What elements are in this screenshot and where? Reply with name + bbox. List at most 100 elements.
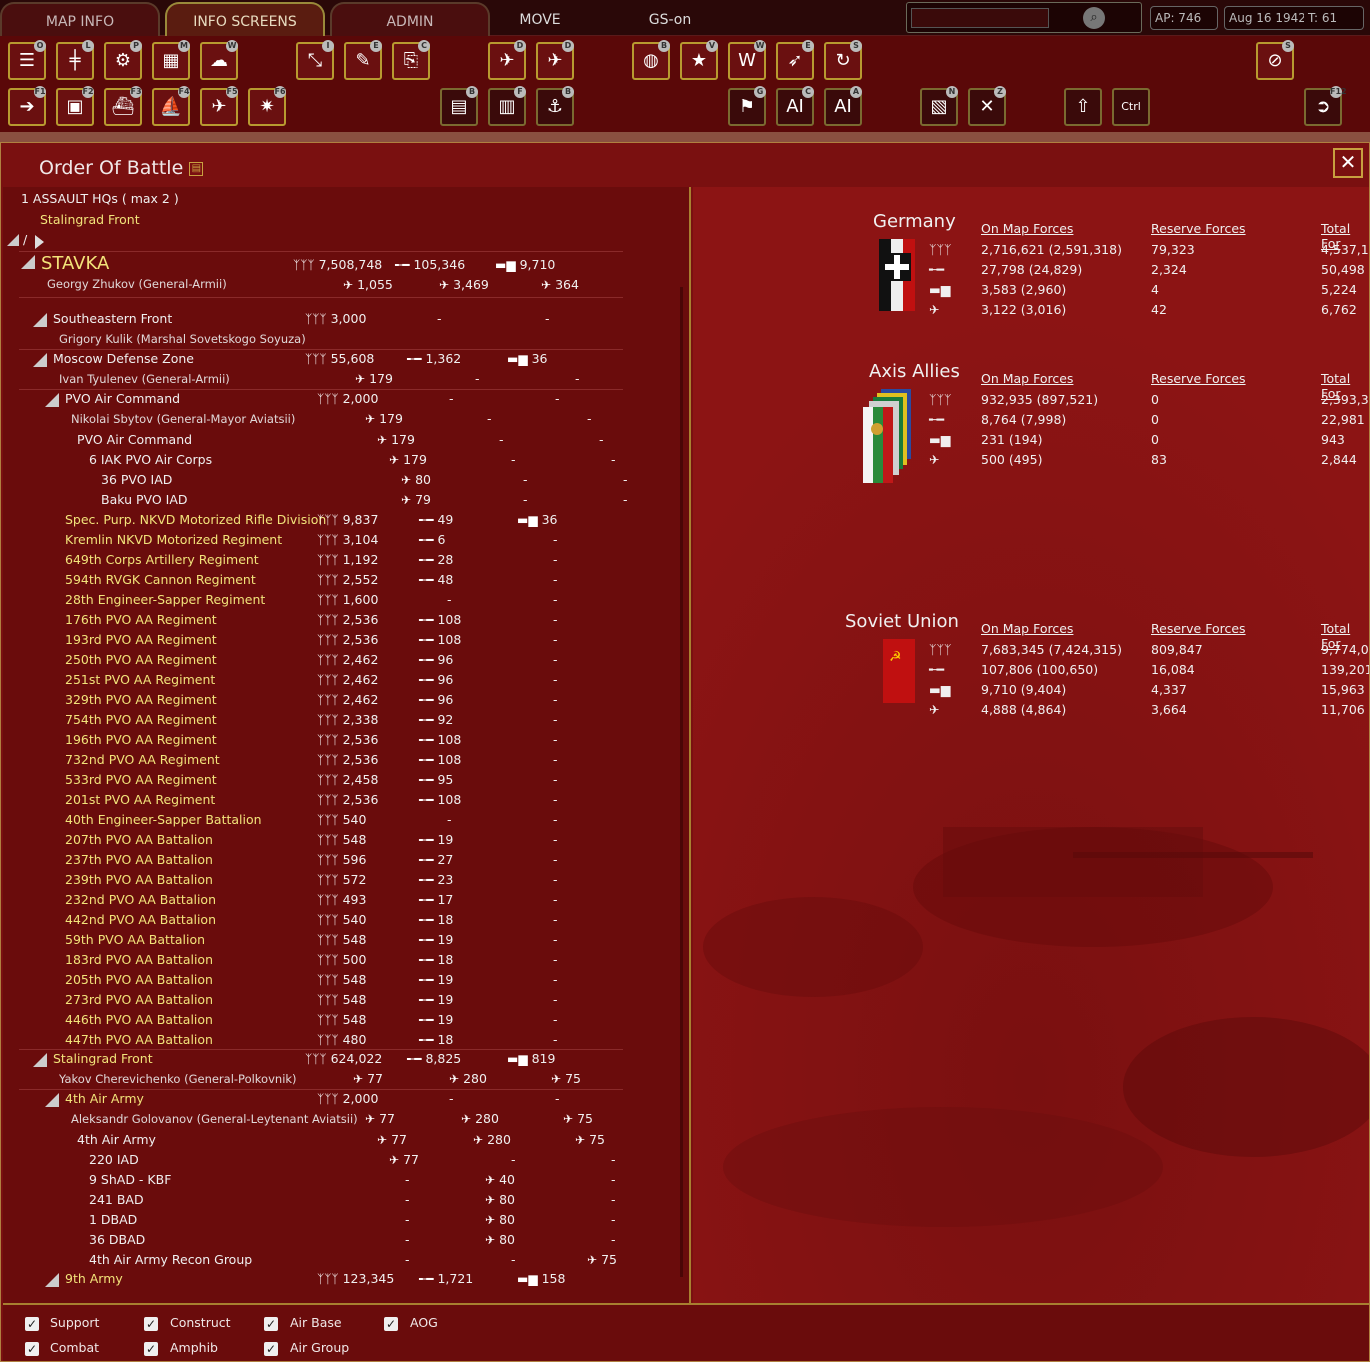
commander-name[interactable]: Yakov Cherevichenko (General-Polkovnik) — [59, 1069, 297, 1089]
unit-name[interactable]: 193rd PVO AA Regiment — [65, 630, 217, 650]
search-go-icon[interactable]: ⌕ — [1083, 7, 1105, 29]
filter-combat-checkbox[interactable]: ✓ — [25, 1342, 39, 1356]
collapse-all-icon[interactable] — [7, 234, 19, 246]
unit-name[interactable]: 205th PVO AA Battalion — [65, 970, 213, 990]
weather-icon[interactable]: ☁ W — [200, 40, 238, 80]
naval-icon[interactable]: ⛵ F4 — [152, 86, 190, 126]
air-unit-name[interactable]: 9 ShAD - KBF — [89, 1170, 171, 1190]
unit-name[interactable]: 442nd PVO AA Battalion — [65, 910, 216, 930]
next-unit-arrow-icon[interactable]: ➔ F1 — [8, 86, 46, 126]
air-unit-name[interactable]: 36 PVO IAD — [101, 470, 172, 490]
tab-info-screens[interactable]: INFO SCREENS — [165, 2, 325, 36]
commander-name[interactable]: Aleksandr Golovanov (General-Leytenant A… — [71, 1109, 358, 1129]
unit-name[interactable]: Stalingrad Front — [53, 1049, 153, 1069]
base-icon[interactable]: ▤ B — [440, 86, 478, 126]
oob-scrollbar[interactable] — [680, 287, 683, 1277]
unit-name[interactable]: 594th RVGK Cannon Regiment — [65, 570, 256, 590]
unit-name[interactable]: 207th PVO AA Battalion — [65, 830, 213, 850]
filter-air-group-checkbox[interactable]: ✓ — [264, 1342, 278, 1356]
stavka-name[interactable]: STAVKA — [41, 253, 109, 274]
no-entry-icon[interactable]: ⊘ S — [1256, 40, 1294, 80]
unit-name[interactable]: 196th PVO AA Regiment — [65, 730, 217, 750]
filter-amphib-checkbox[interactable]: ✓ — [144, 1342, 158, 1356]
transfer-icon[interactable]: ⤡ I — [296, 40, 334, 80]
replay-icon[interactable]: ↻ S — [824, 40, 862, 80]
collapse-stalingrad-front-icon[interactable] — [33, 1053, 47, 1067]
production-gear-icon[interactable]: ⚙ P — [104, 40, 142, 80]
filter-support-checkbox[interactable]: ✓ — [25, 1317, 39, 1331]
unit-name[interactable]: 9th Army — [65, 1269, 123, 1289]
unit-name[interactable]: 237th PVO AA Battalion — [65, 850, 213, 870]
collapse-9th-army-icon[interactable] — [45, 1273, 59, 1287]
unit-name[interactable]: 732nd PVO AA Regiment — [65, 750, 220, 770]
search-input[interactable] — [911, 8, 1049, 28]
combat-icon[interactable]: ✕ Z — [968, 86, 1006, 126]
unit-name[interactable]: Southeastern Front — [53, 309, 172, 329]
unit-name[interactable]: 232nd PVO AA Battalion — [65, 890, 216, 910]
collapse-4th-air-army-icon[interactable] — [45, 1093, 59, 1107]
air-unit-name[interactable]: 241 BAD — [89, 1190, 144, 1210]
unit-name[interactable]: 446th PVO AA Battalion — [65, 1010, 213, 1030]
air-unit-name[interactable]: 4th Air Army — [77, 1130, 156, 1150]
network-icon[interactable]: ▧ N — [920, 86, 958, 126]
gs-toggle-button[interactable]: GS-on — [630, 2, 710, 36]
unit-name[interactable]: 183rd PVO AA Battalion — [65, 950, 213, 970]
unit-list-icon[interactable]: ☰ O — [8, 40, 46, 80]
star-icon[interactable]: ★ V — [680, 40, 718, 80]
train-icon[interactable]: ▣ F2 — [56, 86, 94, 126]
air-unit-name[interactable]: PVO Air Command — [77, 430, 192, 450]
air-unit-name[interactable]: 4th Air Army Recon Group — [89, 1250, 252, 1270]
air-directive-icon[interactable]: ✈ D — [488, 40, 526, 80]
move-mode-button[interactable]: MOVE — [500, 2, 580, 36]
tab-map-info[interactable]: MAP INFO — [0, 2, 160, 36]
unit-name[interactable]: 201st PVO AA Regiment — [65, 790, 215, 810]
unit-name[interactable]: Moscow Defense Zone — [53, 349, 194, 369]
filter-construct-checkbox[interactable]: ✓ — [144, 1317, 158, 1331]
losses-icon[interactable]: ╪ L — [56, 40, 94, 80]
notes-icon[interactable]: ▤ — [189, 161, 204, 176]
unit-name[interactable]: 28th Engineer-Sapper Regiment — [65, 590, 265, 610]
close-button[interactable]: ✕ — [1333, 148, 1363, 178]
ai-icon[interactable]: AI C — [776, 86, 814, 126]
port-icon[interactable]: ⚓ B — [536, 86, 574, 126]
filter-aog-checkbox[interactable]: ✓ — [384, 1317, 398, 1331]
unit-name[interactable]: 59th PVO AA Battalion — [65, 930, 205, 950]
air-list-icon[interactable]: ✈ D — [536, 40, 574, 80]
fortify-icon[interactable]: ▥ F — [488, 86, 526, 126]
unit-name[interactable]: 176th PVO AA Regiment — [65, 610, 217, 630]
war-icon[interactable]: WW — [728, 40, 766, 80]
shift-icon[interactable]: ⇧ — [1064, 88, 1102, 126]
collapse-pvo-air-command-icon[interactable] — [45, 393, 59, 407]
globe-icon[interactable]: ◍ B — [632, 40, 670, 80]
air-unit-name[interactable]: Baku PVO IAD — [101, 490, 188, 510]
rocket-icon[interactable]: ➶ E — [776, 40, 814, 80]
end-turn-icon[interactable]: ➲ F12 — [1304, 86, 1347, 126]
edit-icon[interactable]: ✎ E — [344, 40, 382, 80]
unit-name[interactable]: 754th PVO AA Regiment — [65, 710, 217, 730]
stavka-commander[interactable]: Georgy Zhukov (General-Armii) — [47, 274, 227, 294]
unit-name[interactable]: 533rd PVO AA Regiment — [65, 770, 217, 790]
commander-name[interactable]: Ivan Tyulenev (General-Armii) — [59, 369, 230, 389]
collapse-stavka-icon[interactable] — [21, 255, 35, 269]
air-unit-name[interactable]: 220 IAD — [89, 1150, 139, 1170]
air-unit-name[interactable]: 1 DBAD — [89, 1210, 137, 1230]
unit-name[interactable]: 649th Corps Artillery Regiment — [65, 550, 259, 570]
collapse-southeastern-front-icon[interactable] — [33, 313, 47, 327]
commander-name[interactable]: Grigory Kulik (Marshal Sovetskogo Soyuza… — [59, 329, 306, 349]
unit-name[interactable]: Kremlin NKVD Motorized Regiment — [65, 530, 282, 550]
commander-name[interactable]: Nikolai Sbytov (General-Mayor Aviatsii) — [71, 409, 295, 429]
commanders-icon[interactable]: ⎘ C — [392, 40, 430, 80]
unit-name[interactable]: 40th Engineer-Sapper Battalion — [65, 810, 262, 830]
ai-air-icon[interactable]: AI A — [824, 86, 862, 126]
unit-name[interactable]: 239th PVO AA Battalion — [65, 870, 213, 890]
explosion-icon[interactable]: ✷ F6 — [248, 86, 286, 126]
filter-air-base-checkbox[interactable]: ✓ — [264, 1317, 278, 1331]
air-unit-name[interactable]: 6 IAK PVO Air Corps — [89, 450, 212, 470]
unit-name[interactable]: 4th Air Army — [65, 1089, 144, 1109]
unit-name[interactable]: 251st PVO AA Regiment — [65, 670, 215, 690]
unit-name[interactable]: 329th PVO AA Regiment — [65, 690, 217, 710]
unit-name[interactable]: 447th PVO AA Battalion — [65, 1030, 213, 1050]
unit-name[interactable]: PVO Air Command — [65, 389, 180, 409]
flag-icon[interactable]: ⚑ G — [728, 86, 766, 126]
air-unit-name[interactable]: 36 DBAD — [89, 1230, 145, 1250]
